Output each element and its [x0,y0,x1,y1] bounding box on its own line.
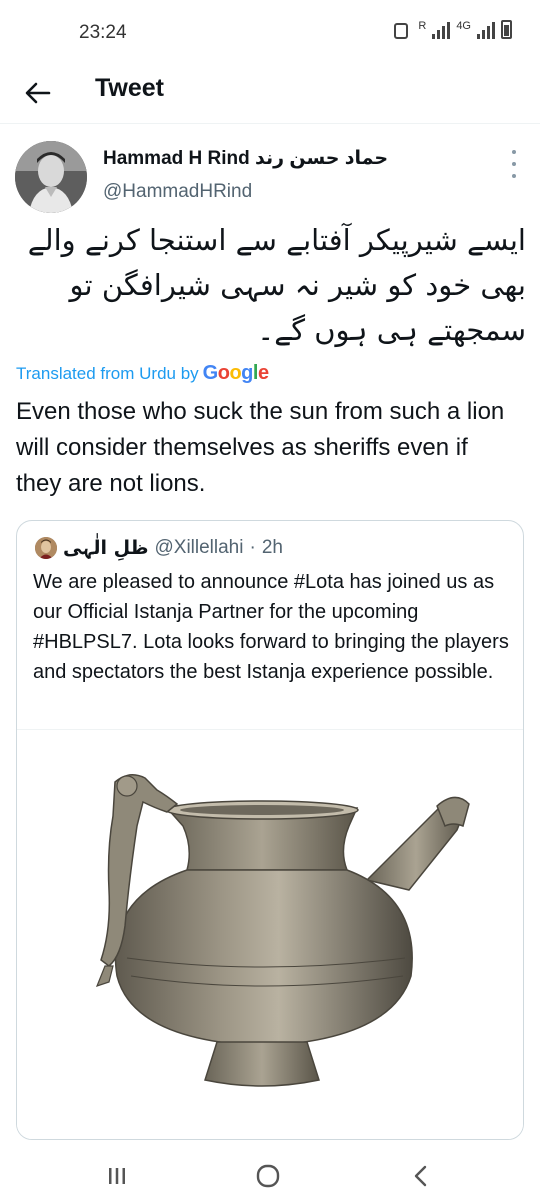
quoted-tweet-header: ظلِ الٰہی @Xillellahi · 2h [35,537,283,559]
separator-dot: · [249,537,256,558]
google-logo-letter: G [202,362,219,384]
app-header: Tweet [0,66,540,124]
status-bar: 23:24 R 4G [0,0,540,66]
dot [512,162,516,166]
quoted-tweet[interactable]: ظلِ الٰہی @Xillellahi · 2h We are please… [16,520,524,1140]
more-options-button[interactable] [508,150,520,178]
google-logo-letter: g [241,362,253,384]
quoted-avatar [35,537,57,559]
battery-icon [501,20,512,39]
translated-text: Even those who suck the sun from such a … [16,398,505,497]
chevron-left-icon [414,1165,427,1187]
signal-icon-2 [477,21,495,39]
lock-icon [394,23,409,39]
translated-label: Translated from Urdu by [16,364,199,383]
sim-label: R [418,20,427,32]
home-circle-icon [256,1164,280,1188]
google-logo-letter: e [257,362,269,384]
system-back-button[interactable] [401,1156,441,1196]
avatar-photo [15,141,87,213]
status-icons: R 4G [394,20,512,39]
quoted-tweet-text: We are pleased to announce #Lota has joi… [33,571,509,683]
author-name[interactable]: Hammad H Rind حماد حسن رند [103,147,388,170]
arrow-left-icon [25,82,51,104]
quoted-author-name: ظلِ الٰہی [63,537,149,559]
recents-button[interactable] [97,1156,137,1196]
google-logo-letter: o [217,362,230,384]
network-label: 4G [456,20,471,32]
status-time: 23:24 [79,22,127,43]
system-nav-bar [0,1146,540,1200]
quoted-author-handle: @Xillellahi [154,537,244,558]
translation-attribution[interactable]: Translated from Urdu by Google [16,362,269,385]
dot [512,174,516,178]
google-logo: Google [203,362,269,385]
quoted-time: 2h [261,537,283,558]
author-avatar[interactable] [15,141,87,213]
quoted-tweet-image[interactable] [17,729,523,1139]
lota-vessel-image [95,774,470,1087]
author-handle[interactable]: @HammadHRind [103,181,252,203]
back-button[interactable] [20,75,56,111]
home-button[interactable] [248,1156,288,1196]
google-logo-letter: o [229,362,242,384]
page-title: Tweet [95,74,164,102]
dot [512,150,516,154]
tweet-text: ایسے شیرپیکر آفتابے سے استنجا کرنے والے … [27,223,526,347]
signal-icon [432,21,451,39]
recents-icon [109,1168,125,1184]
